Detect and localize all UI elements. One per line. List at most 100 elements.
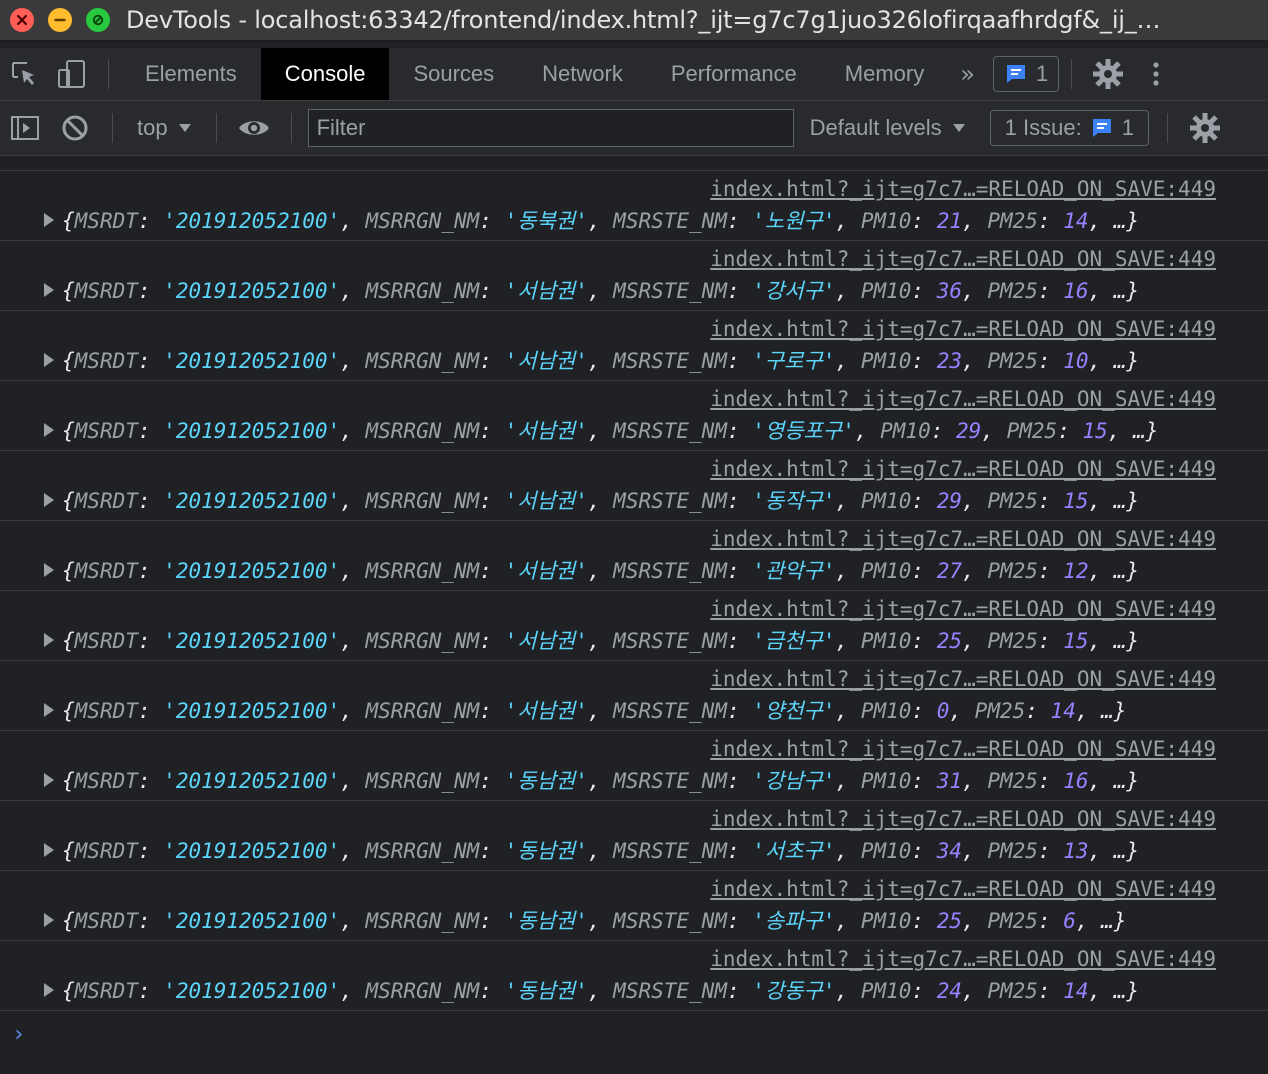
string-value: 201912052100 — [175, 279, 328, 303]
clear-console-button[interactable] — [50, 101, 100, 155]
expand-triangle-icon[interactable] — [44, 703, 54, 717]
quote: ' — [752, 769, 765, 793]
number-value: 25 — [936, 629, 963, 653]
tab-network[interactable]: Network — [518, 48, 647, 100]
expand-triangle-icon[interactable] — [44, 633, 54, 647]
logged-object[interactable]: {MSRDT: '201912052100', MSRRGN_NM: '서남권'… — [44, 345, 1139, 375]
colon: : — [137, 769, 164, 793]
javascript-context-select[interactable]: top — [125, 115, 204, 141]
source-link[interactable]: index.html?_ijt=g7c7…=RELOAD_ON_SAVE:449 — [710, 877, 1216, 901]
colon: : — [479, 559, 505, 583]
source-link[interactable]: index.html?_ijt=g7c7…=RELOAD_ON_SAVE:449 — [710, 317, 1216, 341]
colon: : — [1037, 489, 1064, 513]
minimize-window-button[interactable] — [48, 8, 72, 32]
issues-button[interactable]: 1 Issue: 1 — [989, 110, 1149, 146]
logged-object[interactable]: {MSRDT: '201912052100', MSRRGN_NM: '동남권'… — [44, 765, 1139, 795]
expand-triangle-icon[interactable] — [44, 423, 54, 437]
console-settings-button[interactable] — [1180, 101, 1230, 155]
device-toolbar-button[interactable] — [48, 48, 96, 100]
filter-input[interactable] — [307, 109, 794, 147]
logged-object[interactable]: {MSRDT: '201912052100', MSRRGN_NM: '동남권'… — [44, 905, 1126, 935]
expand-triangle-icon[interactable] — [44, 493, 54, 507]
source-link[interactable]: index.html?_ijt=g7c7…=RELOAD_ON_SAVE:449 — [710, 667, 1216, 691]
brace: { — [62, 629, 75, 653]
logged-object[interactable]: {MSRDT: '201912052100', MSRRGN_NM: '서남권'… — [44, 695, 1126, 725]
string-value: 서남권 — [517, 349, 576, 373]
expand-triangle-icon[interactable] — [44, 283, 54, 297]
logged-object[interactable]: {MSRDT: '201912052100', MSRRGN_NM: '동남권'… — [44, 835, 1139, 865]
logged-object[interactable]: {MSRDT: '201912052100', MSRRGN_NM: '서남권'… — [44, 415, 1158, 445]
source-link[interactable]: index.html?_ijt=g7c7…=RELOAD_ON_SAVE:449 — [710, 527, 1216, 551]
separator: , — [587, 839, 614, 863]
separator: , — [1088, 839, 1114, 863]
source-link[interactable]: index.html?_ijt=g7c7…=RELOAD_ON_SAVE:449 — [710, 457, 1216, 481]
tab-elements[interactable]: Elements — [121, 48, 261, 100]
expand-triangle-icon[interactable] — [44, 773, 54, 787]
separator: , — [962, 909, 988, 933]
separator: , — [835, 279, 861, 303]
source-link[interactable]: index.html?_ijt=g7c7…=RELOAD_ON_SAVE:449 — [710, 247, 1216, 271]
logged-object[interactable]: {MSRDT: '201912052100', MSRRGN_NM: '서남권'… — [44, 625, 1139, 655]
log-levels-select[interactable]: Default levels — [810, 115, 966, 141]
expand-triangle-icon[interactable] — [44, 983, 54, 997]
number-value: 15 — [1063, 629, 1089, 653]
number-value: 12 — [1063, 559, 1089, 583]
expand-triangle-icon[interactable] — [44, 913, 54, 927]
console-prompt[interactable]: › — [12, 1022, 25, 1047]
tab-sources[interactable]: Sources — [389, 48, 518, 100]
more-tabs-button[interactable]: » — [948, 60, 987, 88]
console-message: index.html?_ijt=g7c7…=RELOAD_ON_SAVE:449… — [0, 381, 1268, 451]
source-link[interactable]: index.html?_ijt=g7c7…=RELOAD_ON_SAVE:449 — [710, 947, 1216, 971]
number-value: 29 — [956, 419, 982, 443]
expand-triangle-icon[interactable] — [44, 843, 54, 857]
expand-triangle-icon[interactable] — [44, 563, 54, 577]
toolbar-divider — [108, 59, 109, 89]
source-link[interactable]: index.html?_ijt=g7c7…=RELOAD_ON_SAVE:449 — [710, 387, 1216, 411]
source-link[interactable]: index.html?_ijt=g7c7…=RELOAD_ON_SAVE:449 — [710, 597, 1216, 621]
string-value: 201912052100 — [175, 559, 328, 583]
quote: ' — [163, 769, 176, 793]
separator: , — [340, 699, 366, 723]
string-value: 201912052100 — [175, 419, 328, 443]
source-link[interactable]: index.html?_ijt=g7c7…=RELOAD_ON_SAVE:449 — [710, 177, 1216, 201]
context-label: top — [137, 115, 168, 140]
property-key: MSRSTE_NM — [613, 279, 727, 303]
source-link[interactable]: index.html?_ijt=g7c7…=RELOAD_ON_SAVE:449 — [710, 807, 1216, 831]
logged-object[interactable]: {MSRDT: '201912052100', MSRRGN_NM: '서남권'… — [44, 275, 1139, 305]
colon: : — [137, 279, 164, 303]
tab-performance[interactable]: Performance — [647, 48, 821, 100]
separator: , — [962, 629, 988, 653]
property-key: MSRDT — [74, 559, 138, 583]
live-expression-button[interactable] — [229, 101, 279, 155]
string-value: 금천구 — [764, 629, 823, 653]
property-key: PM25 — [987, 769, 1038, 793]
expand-triangle-icon[interactable] — [44, 353, 54, 367]
separator: , — [1088, 279, 1114, 303]
show-sidebar-button[interactable] — [0, 101, 50, 155]
maximize-window-button[interactable] — [86, 8, 110, 32]
close-window-button[interactable] — [10, 8, 34, 32]
inspect-element-button[interactable] — [0, 48, 48, 100]
logged-object[interactable]: {MSRDT: '201912052100', MSRRGN_NM: '동북권'… — [44, 205, 1139, 235]
eye-icon — [238, 121, 269, 135]
property-key: PM25 — [987, 979, 1038, 1003]
separator: , — [962, 559, 988, 583]
expand-triangle-icon[interactable] — [44, 213, 54, 227]
customize-menu-button[interactable] — [1132, 48, 1180, 100]
logged-object[interactable]: {MSRDT: '201912052100', MSRRGN_NM: '동남권'… — [44, 975, 1139, 1005]
string-value: 서남권 — [517, 629, 576, 653]
source-link[interactable]: index.html?_ijt=g7c7…=RELOAD_ON_SAVE:449 — [710, 737, 1216, 761]
property-key: PM10 — [860, 699, 912, 723]
logged-object[interactable]: {MSRDT: '201912052100', MSRRGN_NM: '서남권'… — [44, 485, 1139, 515]
settings-button[interactable] — [1084, 48, 1132, 100]
quote: ' — [327, 699, 341, 723]
logged-object[interactable]: {MSRDT: '201912052100', MSRRGN_NM: '서남권'… — [44, 555, 1139, 585]
number-value: 25 — [936, 909, 963, 933]
quote: ' — [163, 629, 176, 653]
tab-memory[interactable]: Memory — [821, 48, 948, 100]
messages-badge-button[interactable]: 1 — [992, 56, 1060, 92]
tab-console[interactable]: Console — [260, 48, 390, 100]
log-levels-label: Default levels — [809, 115, 942, 140]
brace: { — [62, 699, 75, 723]
ellipsis: …} — [1113, 839, 1140, 863]
